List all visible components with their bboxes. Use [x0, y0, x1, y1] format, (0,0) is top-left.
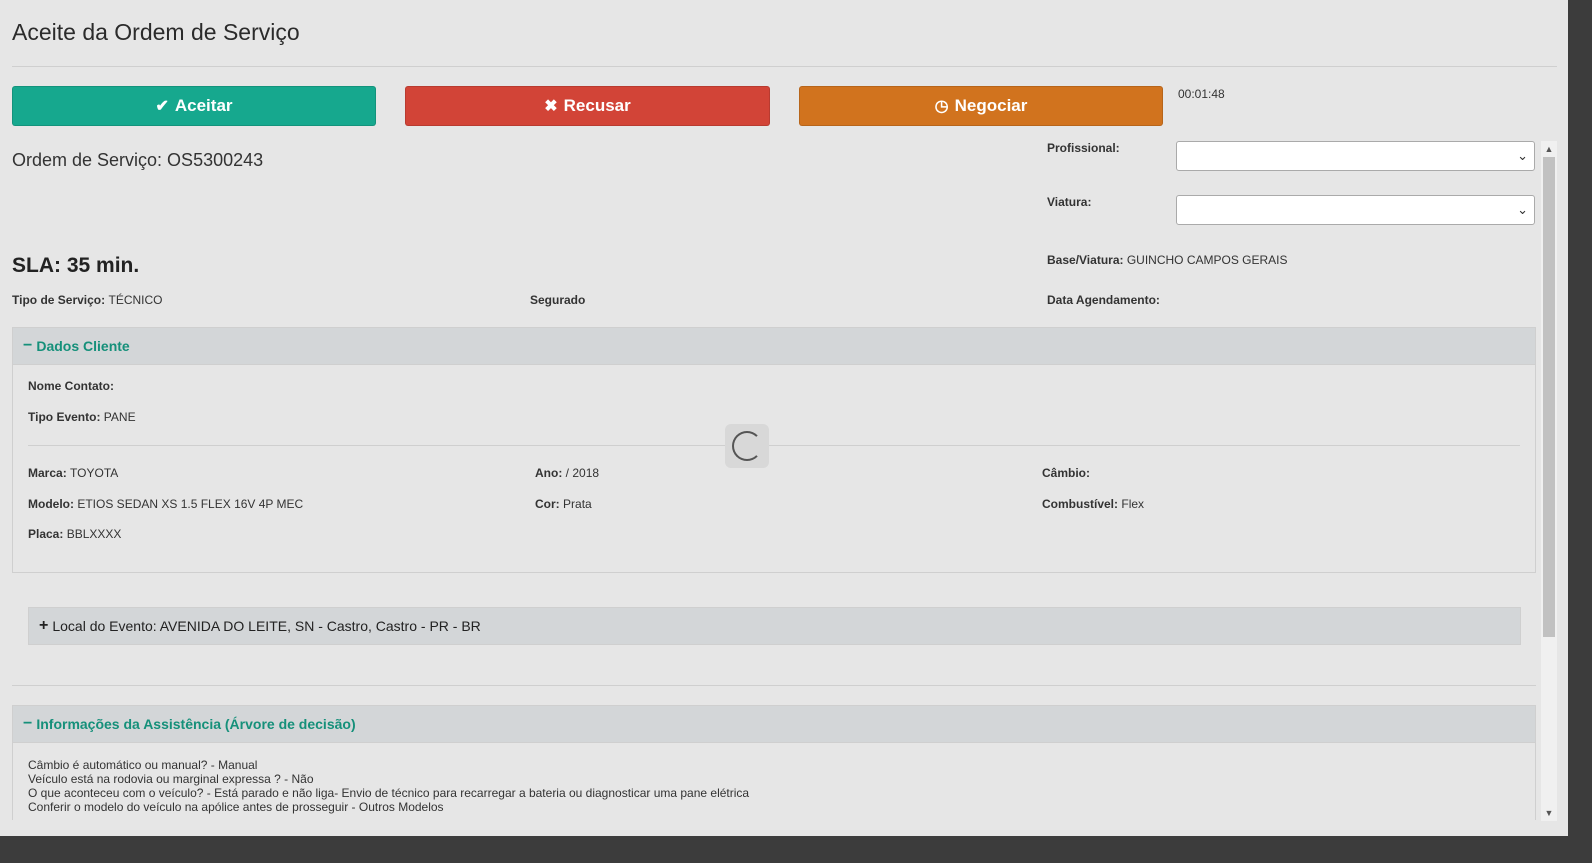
- spinner-icon: [732, 431, 762, 461]
- combustivel-value: Flex: [1121, 497, 1145, 511]
- accept-button[interactable]: ✔ Aceitar: [12, 86, 376, 126]
- order-number: Ordem de Serviço: OS5300243: [12, 150, 264, 170]
- chevron-down-icon: ⌄: [1517, 202, 1528, 217]
- local-evento-label: Local do Evento: AVENIDA DO LEITE, SN - …: [52, 618, 481, 634]
- order-details-scroll-area[interactable]: Ordem de Serviço: OS5300243 Profissional…: [0, 140, 1556, 820]
- check-icon: ✔: [155, 98, 169, 115]
- tipo-evento-field: Tipo Evento: PANE: [28, 410, 136, 424]
- ano-label: Ano:: [535, 466, 563, 480]
- base-viatura-value: GUINCHO CAMPOS GERAIS: [1126, 253, 1288, 267]
- vertical-scrollbar[interactable]: ▲ ▼: [1541, 141, 1557, 821]
- base-viatura-label: Base/Viatura:: [1047, 253, 1124, 267]
- close-icon: ✖: [544, 98, 558, 115]
- placa-value: BBLXXXX: [66, 527, 122, 541]
- accept-label: Aceitar: [174, 96, 233, 115]
- plus-icon: +: [39, 617, 49, 634]
- assistencia-line: O que aconteceu com o veículo? - Está pa…: [28, 786, 750, 800]
- negotiate-label: Negociar: [954, 96, 1028, 115]
- ano-field: Ano: / 2018: [535, 466, 599, 480]
- profissional-label: Profissional:: [1047, 141, 1120, 155]
- marca-label: Marca:: [28, 466, 67, 480]
- base-viatura-field: Base/Viatura: GUINCHO CAMPOS GERAIS: [1047, 253, 1288, 267]
- marca-field: Marca: TOYOTA: [28, 466, 118, 480]
- cor-field: Cor: Prata: [535, 497, 592, 511]
- tipo-servico-value: TÉCNICO: [108, 293, 163, 307]
- modelo-field: Modelo: ETIOS SEDAN XS 1.5 FLEX 16V 4P M…: [28, 497, 303, 511]
- tipo-evento-label: Tipo Evento:: [28, 410, 101, 424]
- segurado-label: Segurado: [530, 293, 586, 307]
- placa-label: Placa:: [28, 527, 64, 541]
- page-title: Aceite da Ordem de Serviço: [12, 19, 300, 45]
- tipo-servico-field: Tipo de Serviço: TÉCNICO: [12, 293, 162, 307]
- section-divider: [12, 685, 1536, 686]
- viatura-select[interactable]: ⌄: [1176, 195, 1535, 225]
- title-divider: [12, 66, 1557, 67]
- tipo-evento-value: PANE: [103, 410, 136, 424]
- tipo-servico-label: Tipo de Serviço:: [12, 293, 106, 307]
- assistencia-title: Informações da Assistência (Árvore de de…: [36, 716, 356, 732]
- assistencia-line: Veículo está na rodovia ou marginal expr…: [28, 772, 314, 786]
- minus-icon: −: [23, 337, 33, 354]
- refuse-button[interactable]: ✖ Recusar: [405, 86, 770, 126]
- assistencia-answers: Câmbio é automático ou manual? - Manual …: [28, 758, 749, 814]
- assistencia-line: Câmbio é automático ou manual? - Manual: [28, 758, 258, 772]
- minus-icon: −: [23, 715, 33, 732]
- ano-value: / 2018: [565, 466, 600, 480]
- local-evento-toggle[interactable]: + Local do Evento: AVENIDA DO LEITE, SN …: [28, 607, 1521, 645]
- scroll-down-icon[interactable]: ▼: [1541, 805, 1557, 821]
- countdown-timer: 00:01:48: [1178, 87, 1225, 101]
- viatura-label: Viatura:: [1047, 195, 1092, 209]
- profissional-select[interactable]: ⌄: [1176, 141, 1535, 171]
- data-agendamento-label: Data Agendamento:: [1047, 293, 1160, 307]
- scrollbar-thumb[interactable]: [1543, 157, 1555, 637]
- clock-icon: ◷: [934, 98, 949, 115]
- placa-field: Placa: BBLXXXX: [28, 527, 121, 541]
- chevron-down-icon: ⌄: [1517, 148, 1528, 163]
- service-order-modal: Aceite da Ordem de Serviço ✔ Aceitar ✖ R…: [0, 0, 1568, 836]
- cor-value: Prata: [563, 497, 592, 511]
- cor-label: Cor:: [535, 497, 560, 511]
- sla-heading: SLA: 35 min.: [12, 254, 140, 277]
- marca-value: TOYOTA: [70, 466, 119, 480]
- nome-contato-label: Nome Contato:: [28, 379, 114, 393]
- combustivel-label: Combustível:: [1042, 497, 1119, 511]
- loading-spinner: [725, 424, 769, 468]
- dados-cliente-panel: − Dados Cliente: [12, 327, 1536, 573]
- negotiate-button[interactable]: ◷ Negociar: [799, 86, 1163, 126]
- assistencia-line: Conferir o modelo do veículo na apólice …: [28, 800, 444, 814]
- modelo-label: Modelo:: [28, 497, 74, 511]
- cambio-label: Câmbio:: [1042, 466, 1090, 480]
- vehicle-divider: [28, 445, 1520, 446]
- refuse-label: Recusar: [563, 96, 631, 115]
- scroll-up-icon[interactable]: ▲: [1541, 141, 1557, 157]
- combustivel-field: Combustível: Flex: [1042, 497, 1144, 511]
- dados-cliente-toggle[interactable]: − Dados Cliente: [13, 328, 1535, 365]
- dados-cliente-title: Dados Cliente: [36, 338, 130, 354]
- modelo-value: ETIOS SEDAN XS 1.5 FLEX 16V 4P MEC: [77, 497, 304, 511]
- assistencia-toggle[interactable]: − Informações da Assistência (Árvore de …: [13, 706, 1535, 743]
